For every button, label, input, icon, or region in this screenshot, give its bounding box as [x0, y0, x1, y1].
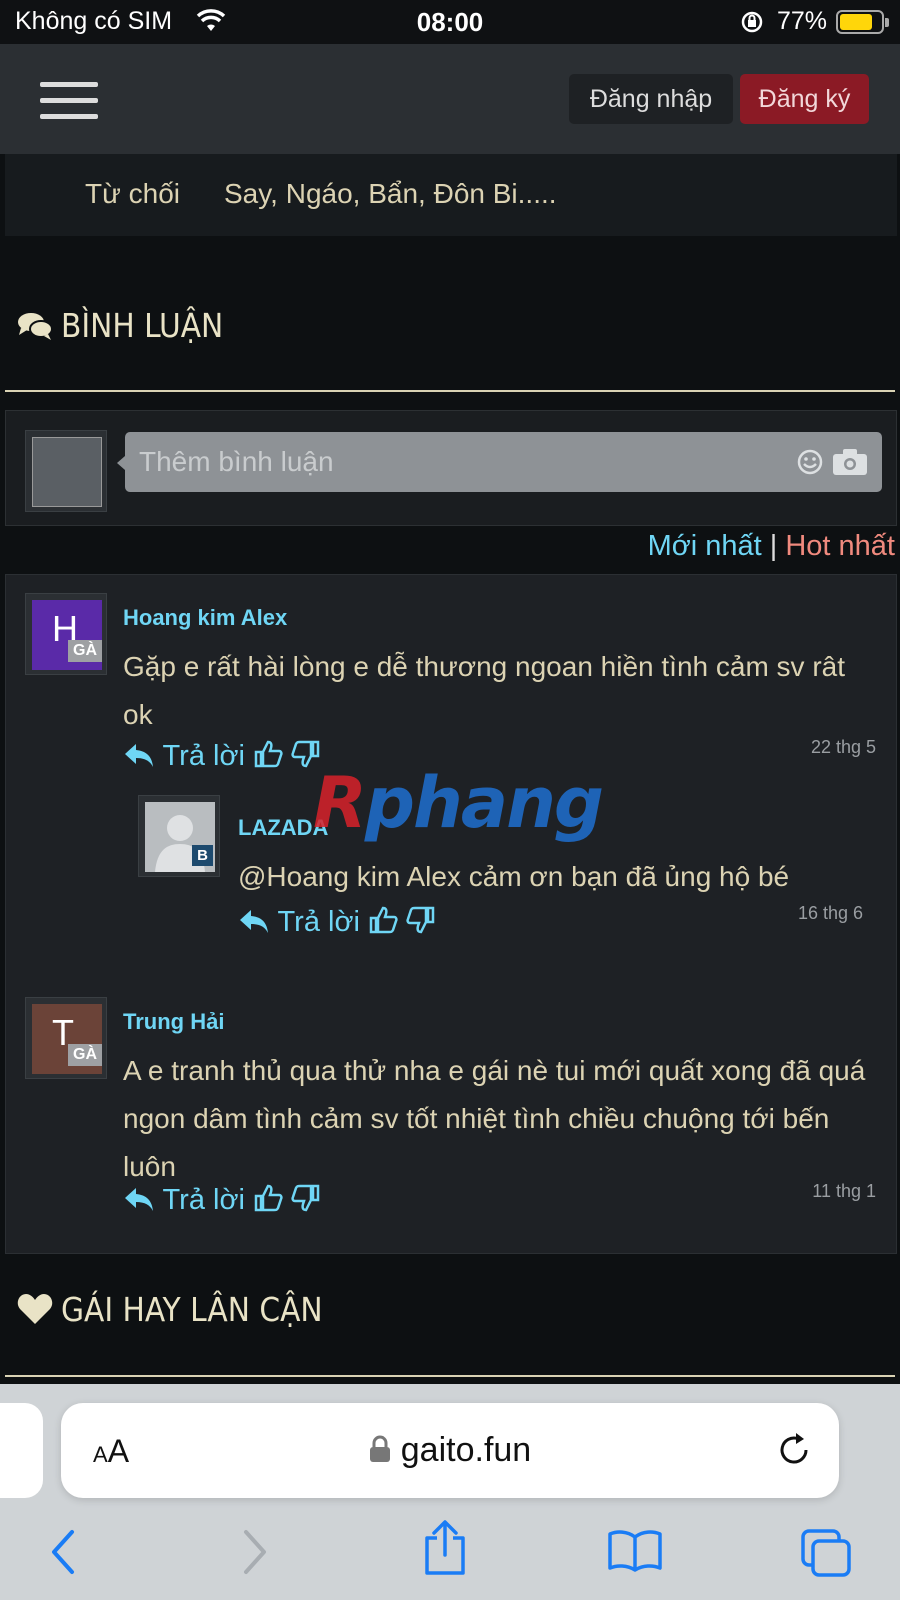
watermark-part2: phang — [364, 762, 604, 844]
emoji-icon[interactable] — [796, 448, 824, 476]
reply-button[interactable]: Trả lời — [163, 740, 245, 772]
comments-icon — [18, 313, 53, 340]
comment-actions: Trả lời — [123, 1183, 321, 1217]
thumbs-up-icon[interactable] — [253, 739, 283, 769]
url-display[interactable]: gaito.fun — [61, 1431, 839, 1470]
comment-placeholder: Thêm bình luận — [139, 446, 334, 477]
rank-badge: GÀ — [68, 1044, 102, 1066]
battery-icon — [836, 10, 889, 34]
camera-icon[interactable] — [832, 448, 868, 476]
comment-list: H GÀ Hoang kim Alex Gặp e rất hài lòng e… — [5, 574, 897, 1254]
comment-input[interactable]: Thêm bình luận — [117, 432, 882, 492]
orientation-lock-icon — [741, 11, 763, 33]
clock: 08:00 — [416, 7, 484, 37]
reply-button[interactable]: Trả lời — [278, 906, 360, 938]
divider — [5, 390, 895, 392]
rank-badge: GÀ — [68, 640, 102, 662]
thumbs-down-icon[interactable] — [406, 905, 436, 935]
reload-icon[interactable] — [775, 1431, 813, 1469]
new-comment-box: Thêm bình luận — [5, 410, 897, 526]
site-navbar: Đăng nhập Đăng ký — [0, 44, 900, 154]
comment-avatar[interactable]: T GÀ — [25, 997, 107, 1079]
back-icon[interactable] — [48, 1528, 78, 1576]
comment-date: 22 thg 5 — [810, 737, 876, 757]
comments-title: BÌNH LUẬN — [61, 306, 224, 345]
thumbs-down-icon[interactable] — [291, 1183, 321, 1213]
comment-avatar[interactable]: H GÀ — [25, 593, 107, 675]
nearby-heading: GÁI HAY LÂN CẬN — [17, 1290, 323, 1329]
divider — [5, 1375, 895, 1377]
previous-tab[interactable] — [0, 1403, 43, 1498]
login-button[interactable]: Đăng nhập — [569, 74, 733, 124]
rank-badge: B — [192, 845, 213, 866]
refuse-label: Từ chối — [85, 178, 180, 209]
my-avatar — [25, 430, 107, 512]
url-host: gaito.fun — [400, 1431, 532, 1469]
refuse-value: Say, Ngáo, Bẩn, Đôn Bi..... — [224, 178, 557, 209]
lock-icon — [369, 1435, 390, 1462]
battery-percent: 77% — [777, 7, 828, 35]
reply-button[interactable]: Trả lời — [163, 1184, 245, 1216]
watermark-part1: R — [313, 762, 367, 844]
reply-icon[interactable] — [123, 1185, 155, 1213]
watermark-logo: Rphang — [313, 762, 604, 844]
comments-heading: BÌNH LUẬN — [17, 306, 223, 345]
comment-author[interactable]: Hoang kim Alex — [123, 605, 287, 631]
menu-icon[interactable] — [40, 82, 98, 122]
profile-refuse-row: Từ chối Say, Ngáo, Bẩn, Đôn Bi..... — [5, 154, 897, 236]
thumbs-up-icon[interactable] — [253, 1183, 283, 1213]
comment-author[interactable]: Trung Hải — [123, 1009, 224, 1035]
register-button[interactable]: Đăng ký — [740, 74, 869, 124]
thumbs-up-icon[interactable] — [368, 905, 398, 935]
comment-date: 11 thg 1 — [812, 1181, 876, 1201]
tabs-icon[interactable] — [800, 1528, 852, 1578]
comment-sort: Mới nhất | Hot nhất — [648, 530, 895, 563]
forward-icon[interactable] — [240, 1528, 270, 1576]
nearby-title: GÁI HAY LÂN CẬN — [61, 1290, 323, 1329]
comment-text: A e tranh thủ qua thử nha e gái nè tui m… — [123, 1055, 866, 1182]
reply-date: 16 thg 6 — [797, 903, 863, 923]
heart-icon — [17, 1294, 53, 1324]
reply-actions: Trả lời — [238, 905, 436, 939]
sort-separator: | — [769, 530, 778, 562]
share-icon[interactable] — [422, 1520, 468, 1576]
reply-text: @Hoang kim Alex cảm ơn bạn đã ủng hộ bé — [238, 861, 790, 892]
reply-icon[interactable] — [238, 907, 270, 935]
address-bar[interactable]: AA gaito.fun — [61, 1403, 839, 1498]
reply-icon[interactable] — [123, 741, 155, 769]
comment-actions: Trả lời — [123, 739, 321, 773]
comment-text: Gặp e rất hài lòng e dễ thương ngoan hiề… — [123, 651, 845, 730]
status-bar: Không có SIM 08:00 77% — [0, 0, 900, 44]
sort-hot-link[interactable]: Hot nhất — [785, 530, 895, 562]
sort-newest-link[interactable]: Mới nhất — [648, 530, 762, 562]
reply-avatar[interactable]: B — [138, 795, 220, 877]
bookmarks-icon[interactable] — [607, 1528, 663, 1572]
